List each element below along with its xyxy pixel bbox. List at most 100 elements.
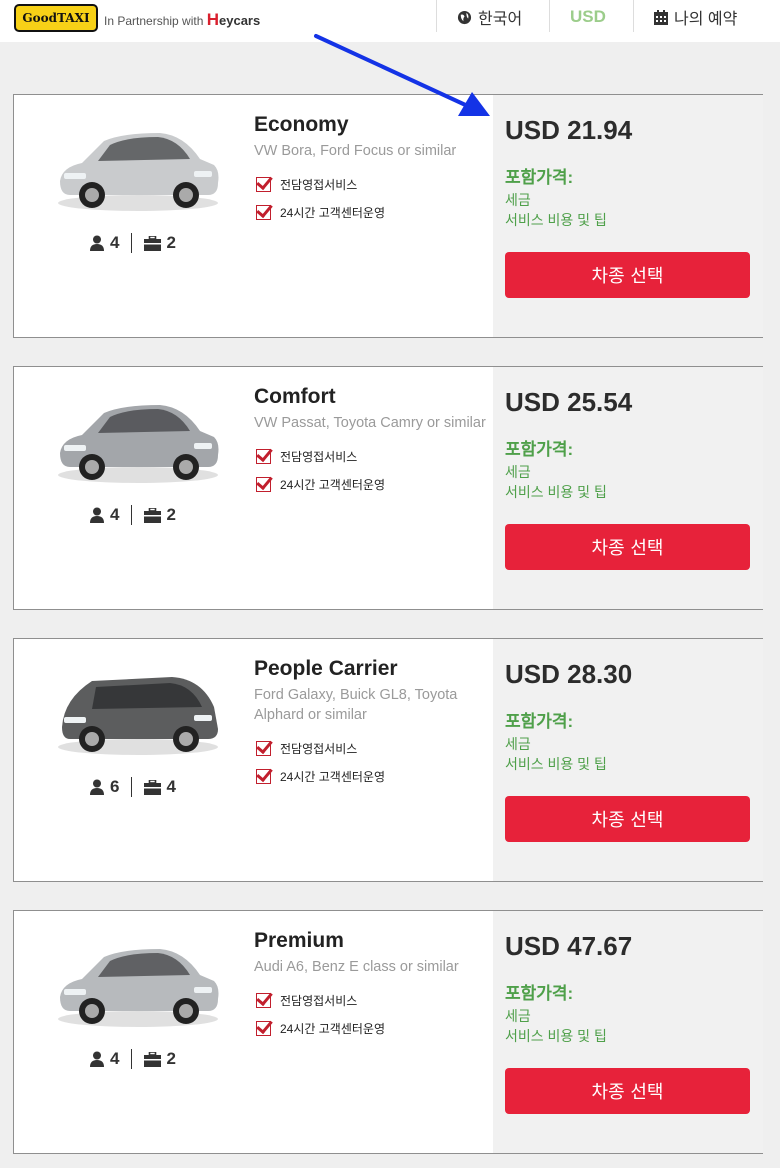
check-icon — [256, 740, 271, 756]
feature-item: 24시간 고객센터운영 — [256, 1019, 385, 1037]
capacity-separator — [131, 1049, 133, 1069]
luggage-count: 4 — [166, 777, 176, 796]
header-divider — [549, 0, 550, 32]
luggage-count: 2 — [166, 1049, 176, 1068]
price-panel: USD 21.94 포함가격: 세금 서비스 비용 및 팁 차종 선택 — [493, 95, 763, 337]
included-item: 세금 — [505, 464, 531, 480]
select-vehicle-button[interactable]: 차종 선택 — [505, 524, 750, 570]
included-item: 세금 — [505, 1008, 531, 1024]
included-item: 서비스 비용 및 팁 — [505, 756, 607, 772]
luggage-icon — [144, 1051, 162, 1067]
capacity-separator — [131, 505, 133, 525]
car-card: 4 2 Economy VW Bora, Ford Focus or simil… — [13, 94, 763, 338]
select-vehicle-button[interactable]: 차종 선택 — [505, 796, 750, 842]
check-icon — [256, 476, 271, 492]
feature-item: 전담영접서비스 — [256, 739, 357, 757]
car-card: 4 2 Comfort VW Passat, Toyota Camry or s… — [13, 366, 763, 610]
car-models: VW Passat, Toyota Camry or similar — [254, 415, 486, 431]
annotation-arrow — [314, 34, 490, 116]
luggage-icon — [144, 235, 162, 251]
passenger-count: 4 — [110, 233, 120, 252]
passenger-icon — [90, 779, 104, 795]
feature-label: 24시간 고객센터운영 — [280, 769, 386, 784]
luggage-count: 2 — [166, 233, 176, 252]
partner-label: In Partnership with — [104, 14, 204, 28]
capacity-separator — [131, 777, 133, 797]
feature-label: 전담영접서비스 — [280, 177, 358, 192]
price-panel: USD 25.54 포함가격: 세금 서비스 비용 및 팁 차종 선택 — [493, 367, 763, 609]
passenger-icon — [90, 235, 104, 251]
goodtaxi-logo[interactable]: GoodTAXI — [14, 4, 98, 32]
luggage-icon — [144, 779, 162, 795]
check-icon — [256, 992, 271, 1008]
check-icon — [256, 176, 271, 192]
car-models: Audi A6, Benz E class or similar — [254, 959, 459, 975]
car-class-name: People Carrier — [254, 657, 398, 680]
included-title: 포함가격: — [505, 440, 574, 459]
capacity-info: 4 2 — [89, 1049, 176, 1069]
passenger-count: 4 — [110, 1049, 120, 1068]
car-class-name: Comfort — [254, 385, 336, 408]
car-image — [52, 659, 222, 759]
my-booking-label: 나의 예약 — [674, 11, 738, 28]
feature-label: 전담영접서비스 — [280, 993, 358, 1008]
car-class-name: Premium — [254, 929, 344, 952]
heycars-brand: Heycars — [206, 10, 261, 29]
heycars-brand-rest: eycars — [219, 13, 261, 28]
feature-label: 전담영접서비스 — [280, 449, 358, 464]
my-booking-link[interactable]: 나의 예약 — [654, 6, 737, 28]
price: USD 28.30 — [505, 659, 633, 689]
included-item: 서비스 비용 및 팁 — [505, 212, 607, 228]
feature-item: 전담영접서비스 — [256, 447, 357, 465]
globe-icon — [457, 10, 472, 24]
price: USD 25.54 — [505, 387, 633, 417]
capacity-separator — [131, 233, 133, 253]
check-icon — [256, 1020, 271, 1036]
included-item: 서비스 비용 및 팁 — [505, 484, 607, 500]
included-title: 포함가격: — [505, 712, 574, 731]
heycars-brand-initial: H — [206, 10, 220, 29]
calendar-icon — [654, 9, 668, 25]
currency-selector[interactable]: USD — [570, 6, 606, 28]
check-icon — [256, 768, 271, 784]
partner-text: In Partnership with Heycars — [104, 10, 260, 30]
luggage-count: 2 — [166, 505, 176, 524]
price-panel: USD 28.30 포함가격: 세금 서비스 비용 및 팁 차종 선택 — [493, 639, 763, 881]
price-panel: USD 47.67 포함가격: 세금 서비스 비용 및 팁 차종 선택 — [493, 911, 763, 1153]
select-vehicle-button[interactable]: 차종 선택 — [505, 1068, 750, 1114]
feature-item: 전담영접서비스 — [256, 991, 357, 1009]
car-card: 4 2 Premium Audi A6, Benz E class or sim… — [13, 910, 763, 1154]
header-divider — [633, 0, 634, 32]
passenger-count: 4 — [110, 505, 120, 524]
check-icon — [256, 204, 271, 220]
capacity-info: 4 2 — [89, 505, 176, 525]
included-item: 세금 — [505, 192, 531, 208]
feature-item: 24시간 고객센터운영 — [256, 203, 385, 221]
passenger-count: 6 — [110, 777, 120, 796]
price: USD 21.94 — [505, 115, 633, 145]
feature-item: 전담영접서비스 — [256, 175, 357, 193]
check-icon — [256, 448, 271, 464]
feature-label: 24시간 고객센터운영 — [280, 205, 386, 220]
included-title: 포함가격: — [505, 168, 574, 187]
passenger-icon — [90, 507, 104, 523]
car-models: VW Bora, Ford Focus or similar — [254, 143, 457, 159]
car-image — [52, 931, 222, 1031]
feature-label: 전담영접서비스 — [280, 741, 358, 756]
language-selector[interactable]: 한국어 — [457, 6, 522, 28]
car-image — [52, 387, 222, 487]
car-models: Ford Galaxy, Buick GL8, Toyota Alphard o… — [254, 687, 458, 723]
feature-label: 24시간 고객센터운영 — [280, 1021, 386, 1036]
feature-item: 24시간 고객센터운영 — [256, 475, 385, 493]
price: USD 47.67 — [505, 931, 633, 961]
included-item: 서비스 비용 및 팁 — [505, 1028, 607, 1044]
capacity-info: 6 4 — [89, 777, 176, 797]
included-item: 세금 — [505, 736, 531, 752]
select-vehicle-button[interactable]: 차종 선택 — [505, 252, 750, 298]
feature-label: 24시간 고객센터운영 — [280, 477, 386, 492]
passenger-icon — [90, 1051, 104, 1067]
capacity-info: 4 2 — [89, 233, 176, 253]
included-title: 포함가격: — [505, 984, 574, 1003]
language-label: 한국어 — [478, 11, 523, 28]
car-card: 6 4 People Carrier Ford Galaxy, Buick GL… — [13, 638, 763, 882]
